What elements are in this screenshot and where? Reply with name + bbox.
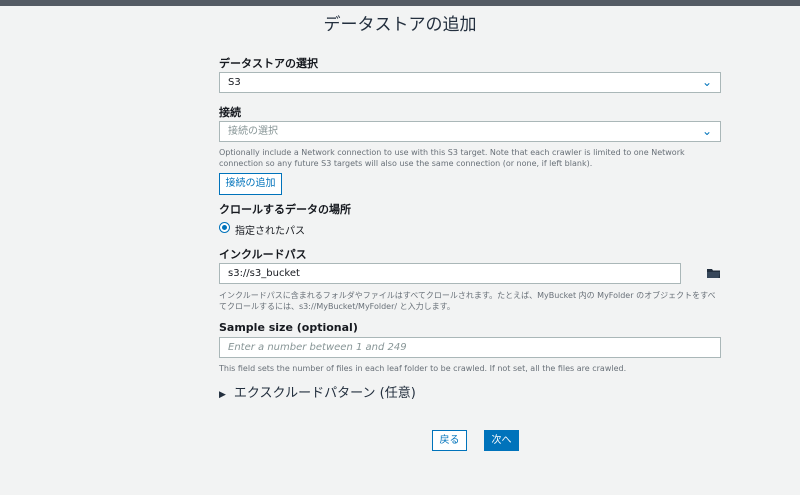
caret-right-icon: ▶ (219, 390, 226, 400)
add-connection-button[interactable]: 接続の追加 (219, 173, 282, 195)
specified-path-label: 指定されたパス (235, 226, 305, 237)
connection-help: Optionally include a Network connection … (219, 148, 685, 168)
sample-size-label: Sample size (optional) (219, 321, 358, 334)
include-path-value: s3://s3_bucket (228, 268, 300, 279)
crawl-location-label: クロールするデータの場所 (219, 203, 351, 216)
connection-label: 接続 (219, 106, 241, 119)
exclude-patterns-toggle[interactable]: ▶ エクスクルードパターン (任意) (219, 382, 416, 401)
datastore-select[interactable]: S3 ⌄ (219, 72, 721, 93)
back-button[interactable]: 戻る (432, 430, 467, 451)
specified-path-radio[interactable] (219, 222, 230, 233)
include-path-help: インクルードパスに含まれるフォルダやファイルはすべてクロールされます。たとえば、… (219, 291, 716, 311)
folder-icon[interactable] (707, 268, 720, 282)
page-title: データストアの追加 (323, 15, 477, 35)
chevron-down-icon: ⌄ (701, 75, 712, 89)
connection-placeholder: 接続の選択 (228, 126, 278, 137)
datastore-label: データストアの選択 (219, 57, 318, 70)
sample-size-input[interactable]: Enter a number between 1 and 249 (219, 337, 721, 358)
include-path-label: インクルードパス (219, 248, 307, 261)
datastore-value: S3 (228, 77, 241, 88)
sample-size-placeholder: Enter a number between 1 and 249 (228, 342, 407, 353)
next-button[interactable]: 次へ (484, 430, 519, 451)
sample-size-help: This field sets the number of files in e… (219, 364, 627, 373)
include-path-input[interactable]: s3://s3_bucket (219, 263, 681, 284)
top-bar (0, 0, 800, 6)
exclude-patterns-label: エクスクルードパターン (任意) (233, 386, 416, 401)
chevron-down-icon: ⌄ (701, 124, 712, 138)
connection-select[interactable]: 接続の選択 ⌄ (219, 121, 721, 142)
